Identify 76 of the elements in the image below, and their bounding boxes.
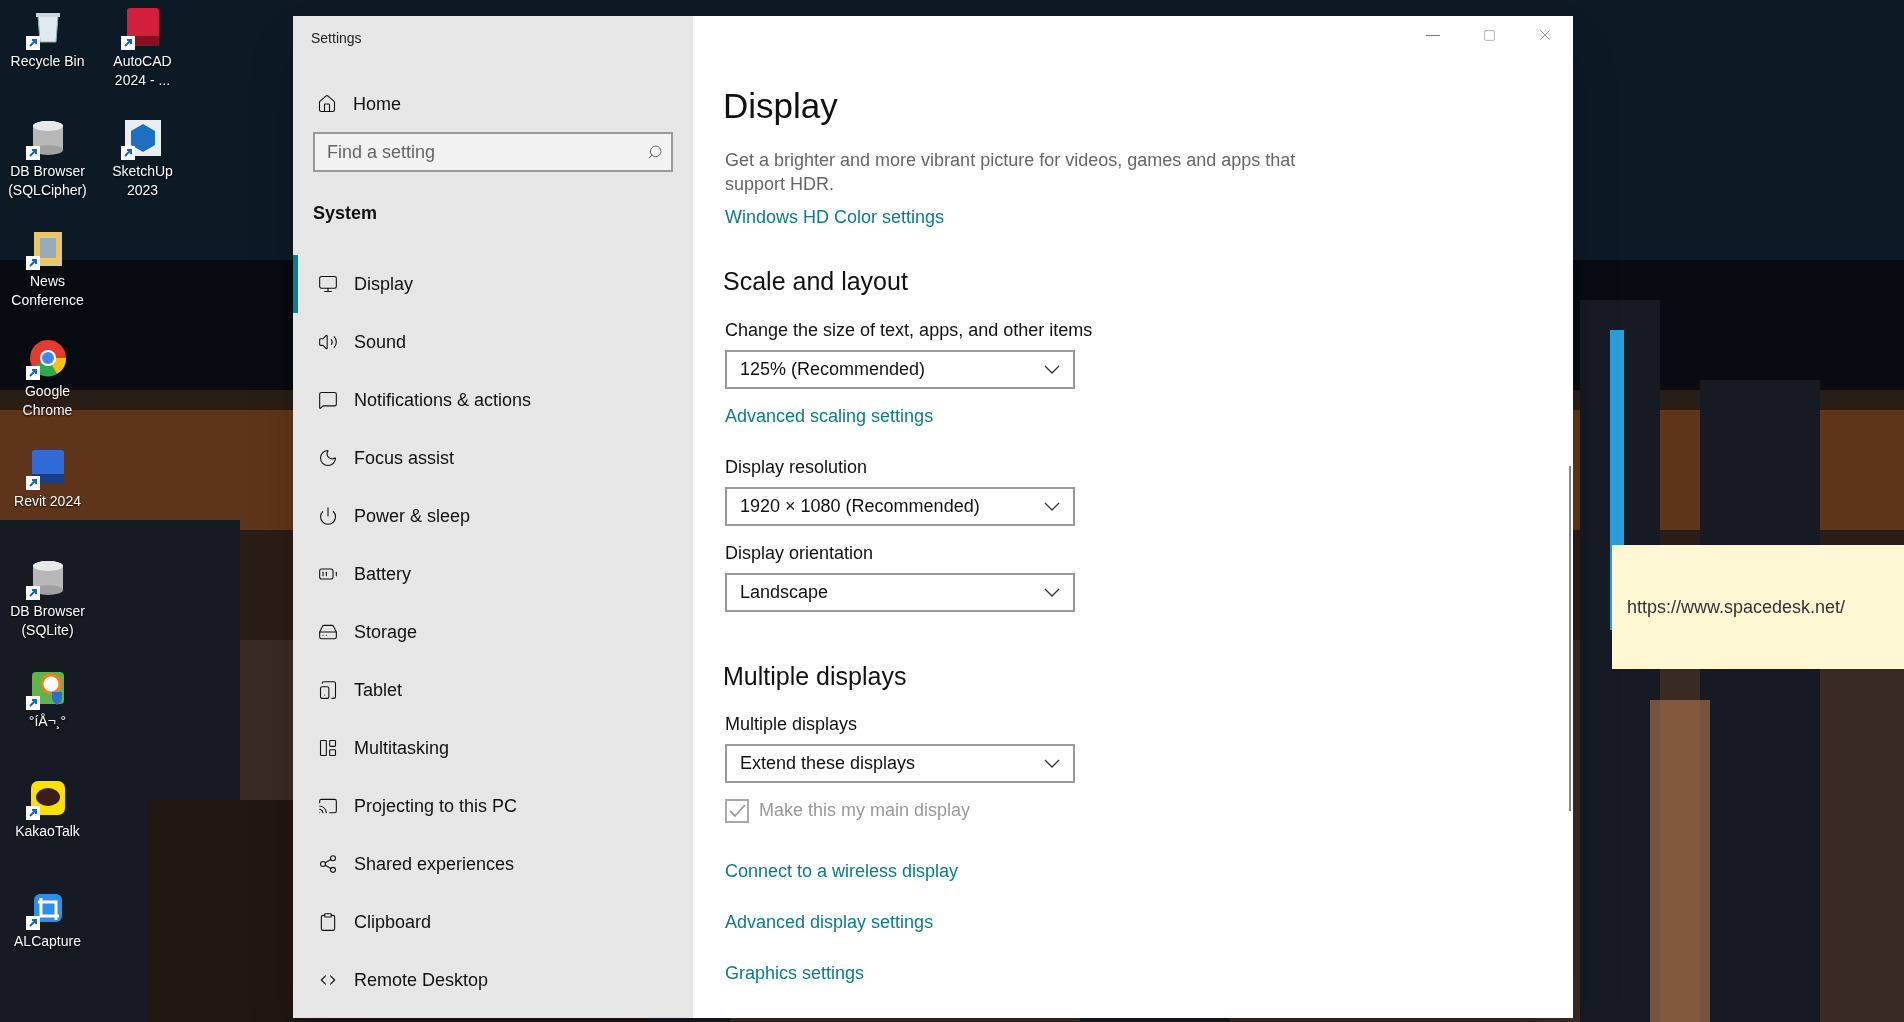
checkbox-label: Make this my main display: [759, 799, 971, 822]
moon-icon: [318, 448, 338, 468]
clipboard-icon: [318, 912, 338, 932]
multitasking-icon: [318, 738, 338, 758]
projecting-icon: [318, 796, 338, 816]
hdr-settings-link[interactable]: Windows HD Color settings: [723, 204, 945, 231]
shortcut-label: Revit 2024: [13, 492, 82, 511]
setting-label: Multiple displays: [725, 713, 859, 736]
desktop-shortcut[interactable]: KakaoTalk: [0, 770, 95, 880]
nav-item[interactable]: Storage: [293, 603, 693, 661]
settings-link[interactable]: Connect to a wireless display: [723, 858, 959, 885]
page-title: Display: [723, 85, 839, 127]
setting-label: Change the size of text, apps, and other items: [725, 318, 1094, 342]
home-nav-item[interactable]: Home: [293, 80, 693, 128]
desktop-shortcut[interactable]: Revit 2024: [0, 440, 95, 550]
setting-label: Display resolution: [725, 455, 869, 479]
sound-icon: [318, 332, 338, 352]
shared-icon: [318, 854, 338, 874]
home-icon: [317, 94, 337, 114]
shortcut-label: News Conference: [10, 272, 85, 310]
setting-label: Display orientation: [725, 541, 875, 565]
desktop-shortcut[interactable]: News Conference: [0, 220, 95, 330]
shortcut-label: SketchUp 2023: [111, 162, 174, 200]
section-heading: System: [312, 202, 379, 225]
desktop-shortcut[interactable]: Google Chrome: [0, 330, 95, 440]
dropdown[interactable]: Extend these displays: [725, 744, 1075, 783]
chevron-down-icon: [1044, 587, 1060, 597]
dropdown[interactable]: 1920 × 1080 (Recommended): [725, 486, 1075, 526]
maximize-icon: [1482, 28, 1496, 42]
desktop-shortcut[interactable]: DB Browser (SQLite): [0, 550, 95, 660]
note-text: https://www.spacedesk.net/: [1627, 595, 1846, 619]
window-title: Settings: [310, 29, 363, 48]
nav-item[interactable]: Power & sleep: [293, 487, 693, 545]
section-heading: Multiple displays: [723, 660, 908, 692]
chevron-down-icon: [1044, 759, 1060, 768]
desktop-shortcut[interactable]: Recycle Bin: [0, 0, 95, 110]
shortcut-label: Recycle Bin: [9, 52, 86, 71]
nav-item[interactable]: Tablet: [293, 661, 693, 719]
nav-item[interactable]: Projecting to this PC: [293, 777, 693, 835]
search-field[interactable]: Find a setting: [313, 132, 673, 172]
notifications-icon: [318, 390, 338, 410]
power-icon: [318, 506, 338, 526]
chevron-down-icon: [1044, 501, 1060, 511]
settings-link[interactable]: Graphics settings: [723, 960, 865, 987]
settings-link[interactable]: Advanced scaling settings: [723, 402, 934, 430]
nav-item[interactable]: Clipboard: [293, 893, 693, 951]
shortcut-label: KakaoTalk: [14, 822, 81, 841]
desktop-shortcut[interactable]: ALCapture: [0, 880, 95, 990]
storage-icon: [318, 622, 338, 642]
dropdown[interactable]: 125% (Recommended): [725, 349, 1075, 389]
nav-item[interactable]: Shared experiences: [293, 835, 693, 893]
nav-item[interactable]: Sound: [293, 313, 693, 371]
dropdown[interactable]: Landscape: [725, 572, 1075, 612]
chevron-down-icon: [1044, 364, 1060, 374]
shortcut-label: °íÅ¬¸°: [27, 712, 68, 731]
tablet-icon: [318, 680, 338, 700]
shortcut-label: ALCapture: [13, 932, 82, 951]
shortcut-label: DB Browser (SQLite): [9, 602, 86, 640]
shortcut-label: AutoCAD 2024 - ...: [112, 52, 173, 90]
section-heading: Scale and layout: [723, 266, 909, 297]
desktop-shortcut[interactable]: SketchUp 2023: [95, 110, 190, 220]
desktop-shortcut[interactable]: AutoCAD 2024 - ...: [95, 0, 190, 110]
hdr-description: Get a brighter and more vibrant picture for videos, games and apps that support HDR.: [724, 149, 1297, 196]
display-icon: [318, 274, 338, 294]
nav-item[interactable]: Notifications & actions: [293, 371, 693, 429]
desktop-shortcut[interactable]: DB Browser (SQLCipher): [0, 110, 95, 220]
nav-item[interactable]: Focus assist: [293, 429, 693, 487]
shortcut-label: DB Browser (SQLCipher): [7, 162, 88, 200]
search-icon: [647, 144, 663, 160]
settings-link[interactable]: Advanced display settings: [723, 909, 934, 936]
nav-item[interactable]: Remote Desktop: [293, 951, 693, 1009]
shortcut-label: Google Chrome: [21, 382, 74, 420]
minimize-icon: [1426, 34, 1440, 36]
desktop-shortcut[interactable]: °íÅ¬¸°: [0, 660, 95, 770]
nav-item[interactable]: Multitasking: [293, 719, 693, 777]
nav-item[interactable]: Battery: [293, 545, 693, 603]
